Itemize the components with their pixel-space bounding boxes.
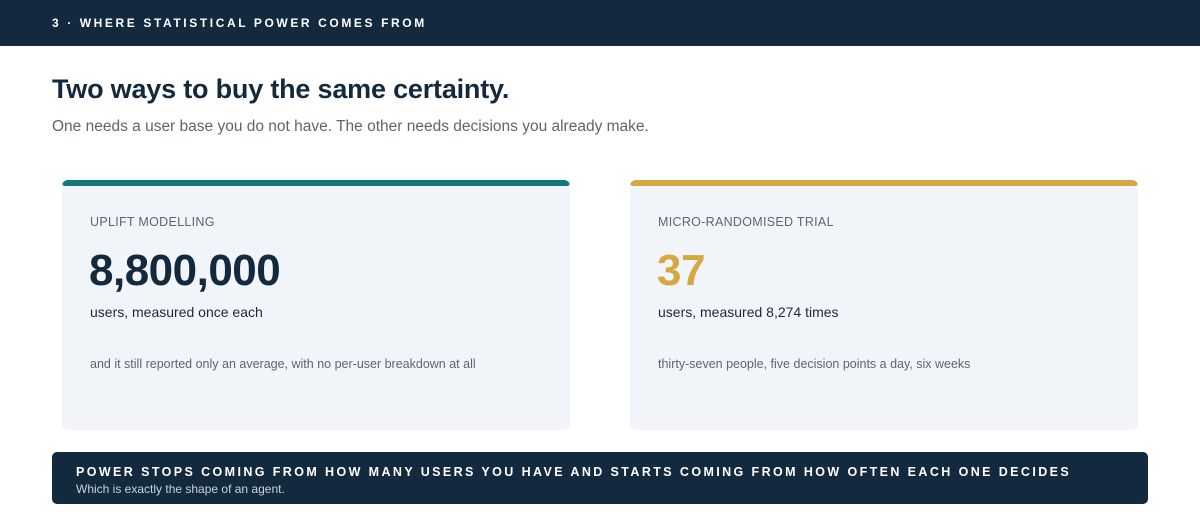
card-note: and it still reported only an average, w… [90, 357, 476, 371]
card-label: UPLIFT MODELLING [90, 215, 215, 229]
page-title: Two ways to buy the same certainty. [52, 74, 510, 104]
card-note: thirty-seven people, five decision point… [658, 357, 971, 371]
banner-caption: Which is exactly the shape of an agent. [76, 482, 285, 496]
card-unit: users, measured once each [90, 304, 263, 320]
card-value: 8,800,000 [89, 246, 281, 295]
card-accent-bar [62, 180, 570, 186]
top-bar: 3 · WHERE STATISTICAL POWER COMES FROM [0, 0, 1200, 46]
card-label: MICRO-RANDOMISED TRIAL [658, 215, 834, 229]
card-accent-bar [630, 180, 1138, 186]
page-subtitle: One needs a user base you do not have. T… [52, 118, 649, 135]
micro-randomised-trial-card: MICRO-RANDOMISED TRIAL 37 users, measure… [630, 180, 1138, 430]
section-label: 3 · WHERE STATISTICAL POWER COMES FROM [52, 16, 427, 30]
card-value: 37 [657, 246, 705, 295]
conclusion-banner: POWER STOPS COMING FROM HOW MANY USERS Y… [52, 452, 1148, 504]
card-unit: users, measured 8,274 times [658, 304, 839, 320]
banner-headline: POWER STOPS COMING FROM HOW MANY USERS Y… [76, 465, 1072, 479]
uplift-modelling-card: UPLIFT MODELLING 8,800,000 users, measur… [62, 180, 570, 430]
